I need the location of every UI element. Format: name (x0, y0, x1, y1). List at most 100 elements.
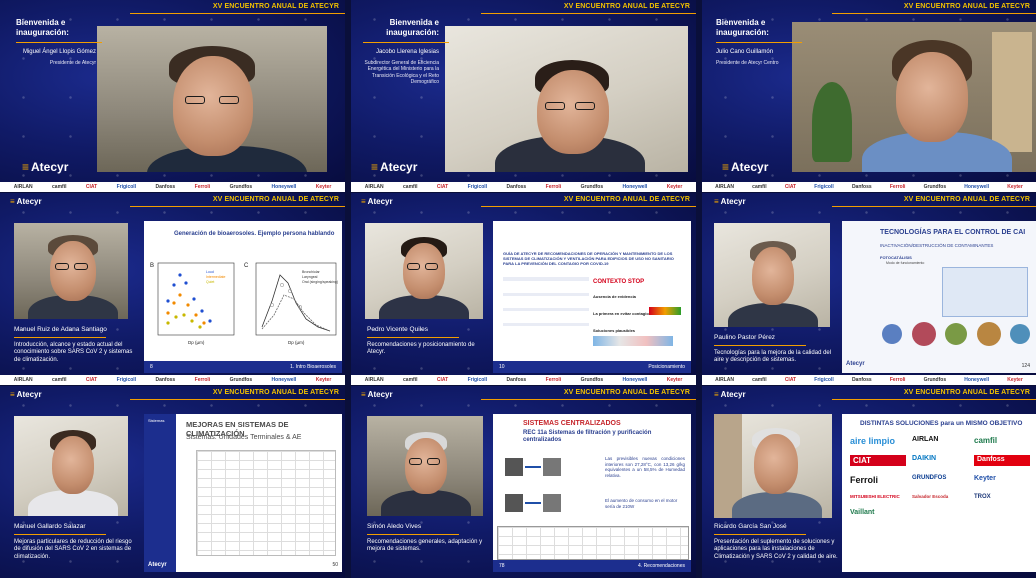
speaker-video (14, 223, 128, 319)
presentation-slide: Sistemas MEJORAS EN SISTEMAS DE CLIMATIZ… (144, 414, 342, 572)
atecyr-logo: ≡ Atecyr (714, 197, 746, 206)
slide-title: Generación de bioaerosoles. Ejemplo pers… (174, 231, 335, 237)
sponsor-logo-grid: aire limpio AIRLAN camfil CIAT DAIKIN Da… (850, 436, 1030, 516)
sponsor-strip: AIRLAN camfil CIAT Frigicoll Danfoss Ferroli G… (351, 375, 696, 385)
speaker-caption: Manuel Ruiz de Adana Santiago Introducci… (14, 326, 139, 364)
slide-page: 10 (499, 364, 505, 370)
event-header: XV ENCUENTRO ANUAL DE ATECYR (903, 3, 1030, 10)
speaker-caption: Paulino Pastor Pérez Tecnologías para la… (714, 334, 839, 365)
presentation-slide: GUÍA DE ATECYR DE RECOMENDACIONES DE OPE… (493, 221, 691, 373)
presentation-slide: SISTEMAS CENTRALIZADOS REC 11a Sistemas … (493, 414, 691, 572)
video-tile-garcia[interactable]: ≡ Atecyr XV ENCUENTRO ANUAL DE ATECYR Ric… (702, 386, 1036, 578)
speaker-name: Manuel Gallardo Salazar (14, 523, 86, 530)
speaker-name: Jacobo Llerena Iglesias (375, 49, 439, 55)
systems-table (196, 450, 336, 556)
speaker-role: Presidente de Atecyr Centro (716, 59, 779, 66)
welcome-panel: Bienvenida e inauguración: Julio Cano Gu… (716, 18, 802, 66)
speaker-name: Ricardo García San José (714, 523, 787, 530)
slide-section: 4. Recomendaciones (638, 563, 685, 569)
slide-page: 78 (499, 563, 505, 569)
sponsor-strip: AIRLAN camfil CIAT Frigicoll Danfoss Ferroli G… (0, 375, 345, 385)
speaker-video (14, 416, 128, 516)
sponsor-strip: AIRLAN camfil CIAT Frigicoll Danfoss Ferroli G… (351, 182, 696, 192)
slide-title: SISTEMAS CENTRALIZADOS (523, 420, 621, 427)
speaker-name: Simón Aledo Vives (367, 523, 422, 530)
event-header: XV ENCUENTRO ANUAL DE ATECYR (563, 196, 690, 203)
talk-topic: Recomendaciones y posicionamiento de Ate… (367, 341, 475, 356)
speaker-video (714, 223, 830, 327)
event-header: XV ENCUENTRO ANUAL DE ATECYR (212, 196, 339, 203)
video-tile-gallardo[interactable]: ≡ Atecyr XV ENCUENTRO ANUAL DE ATECYR Man… (0, 386, 345, 578)
event-header: XV ENCUENTRO ANUAL DE ATECYR (212, 3, 339, 10)
video-tile-llerena[interactable]: XV ENCUENTRO ANUAL DE ATECYR Bienvenida … (351, 0, 696, 192)
video-tile-aledo[interactable]: ≡ Atecyr XV ENCUENTRO ANUAL DE ATECYR Sim… (351, 386, 696, 578)
svg-text:Laryngeal: Laryngeal (302, 275, 318, 279)
video-tile-vicente[interactable]: ≡ Atecyr XV ENCUENTRO ANUAL DE ATECYR Ped… (351, 193, 696, 385)
atecyr-logo: ≡ Atecyr (722, 160, 769, 174)
panel-label-b: C (244, 263, 249, 269)
panel-label-a: B (150, 263, 154, 269)
slide-page: 50 (332, 562, 338, 568)
talk-topic: Tecnologías para la mejora de la calidad… (714, 349, 832, 364)
bioaerosol-chart: B C Loud Intermediate Quiet Bronchiolar … (150, 262, 338, 345)
filter-diagram (503, 454, 603, 524)
speaker-video (367, 416, 483, 516)
speaker-video (445, 26, 688, 172)
presentation-slide: Generación de bioaerosoles. Ejemplo pers… (144, 221, 342, 373)
talk-topic: Recomendaciones generales, adaptación y … (367, 538, 483, 553)
x-axis-label-right: Dp (µm) (288, 340, 305, 345)
atecyr-logo: ≡ Atecyr (361, 197, 393, 206)
slide-page: 124 (1021, 363, 1030, 369)
atecyr-logo: ≡ Atecyr (361, 390, 393, 399)
speaker-video (792, 22, 1036, 172)
speaker-video (365, 223, 483, 319)
virus-diagram (882, 317, 1030, 351)
slide-subtitle: CONTEXTO STOP (593, 279, 645, 285)
video-tile-ruiz[interactable]: ≡ Atecyr XV ENCUENTRO ANUAL DE ATECYR Man… (0, 193, 345, 385)
sponsor-strip: AIRLAN camfil CIAT Frigicoll Danfoss Ferroli G… (702, 182, 1036, 192)
slide-sidebar: Sistemas (144, 414, 176, 572)
slide-section: Posicionamiento (648, 364, 685, 370)
x-axis-label-left: Dp (µm) (188, 340, 205, 345)
series-intermediate (166, 293, 206, 325)
sponsor-strip: AIRLAN camfil CIAT Frigicoll Danfoss Ferroli G… (702, 375, 1036, 385)
data-table (497, 526, 689, 560)
presentation-slide: DISTINTAS SOLUCIONES para un MISMO OBJET… (842, 414, 1036, 572)
speaker-video (97, 26, 327, 172)
sponsor-strip: AIRLAN camfil CIAT Frigicoll Danfoss Ferroli G… (0, 182, 345, 192)
event-header: XV ENCUENTRO ANUAL DE ATECYR (212, 389, 339, 396)
speaker-name: Paulino Pastor Pérez (714, 334, 776, 341)
series-loud (166, 273, 212, 323)
event-header: XV ENCUENTRO ANUAL DE ATECYR (563, 389, 690, 396)
atecyr-stop-logo: Atecyr (846, 361, 865, 367)
svg-text:Loud: Loud (206, 270, 214, 274)
atecyr-logo: ≡ Atecyr (714, 390, 746, 399)
atecyr-logo: ≡ Atecyr (10, 390, 42, 399)
video-tile-pastor[interactable]: ≡ Atecyr XV ENCUENTRO ANUAL DE ATECYR Pau… (702, 193, 1036, 385)
svg-text:Quiet: Quiet (206, 280, 214, 284)
video-tile-llopis[interactable]: XV ENCUENTRO ANUAL DE ATECYR Bienvenida … (0, 0, 345, 192)
slide-subtitle: REC 11a Sistemas de filtración y purific… (523, 430, 652, 443)
welcome-heading: Bienvenida e inauguración: (386, 18, 439, 37)
talk-topic: Presentación del suplemento de solucione… (714, 538, 838, 560)
speaker-name: Manuel Ruiz de Adana Santiago (14, 326, 107, 333)
welcome-heading: Bienvenida e inauguración: (716, 18, 769, 37)
speaker-name: Miguel Ángel Llopis Gómez (22, 49, 96, 55)
svg-text:Oral (singing/speaking): Oral (singing/speaking) (302, 280, 338, 284)
slide-section: 1. Intro Bioaerosoles (290, 364, 336, 370)
atecyr-logo: ≡ Atecyr (10, 197, 42, 206)
speaker-role: Subdirector General de Eficiencia Energé… (364, 59, 440, 86)
speaker-video (714, 414, 832, 518)
slide-footer: 10 Posicionamiento (493, 361, 691, 373)
slide-title: DISTINTAS SOLUCIONES para un MISMO OBJET… (860, 420, 1023, 427)
atecyr-logo: ≡ Atecyr (22, 160, 69, 174)
event-header: XV ENCUENTRO ANUAL DE ATECYR (563, 3, 690, 10)
welcome-panel: Bienvenida e inauguración: Jacobo Lleren… (363, 18, 449, 86)
slide-page: 8 (150, 364, 153, 370)
speaker-name: Pedro Vicente Quiles (367, 326, 428, 333)
atecyr-logo: ≡ Atecyr (371, 160, 418, 174)
slide-footer: 78 4. Recomendaciones (493, 560, 691, 572)
video-tile-cano[interactable]: XV ENCUENTRO ANUAL DE ATECYR Bienvenida … (702, 0, 1036, 192)
speaker-caption: Manuel Gallardo Salazar Mejoras particul… (14, 523, 139, 561)
event-header: XV ENCUENTRO ANUAL DE ATECYR (903, 196, 1030, 203)
